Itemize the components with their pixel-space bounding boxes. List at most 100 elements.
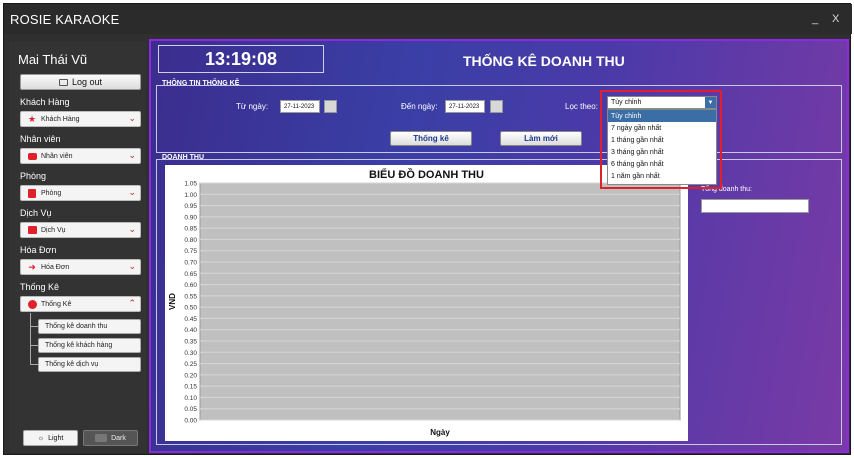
to-date-picker-button[interactable] xyxy=(490,100,503,113)
y-axis-label: VND xyxy=(168,293,177,310)
refresh-button[interactable]: Làm mới xyxy=(500,131,582,146)
y-tick-label: 0.75 xyxy=(184,248,197,255)
employees-menu-label: Nhân viên xyxy=(41,152,73,160)
y-tick-label: 0.45 xyxy=(184,316,197,323)
logout-button[interactable]: Log out xyxy=(20,74,141,90)
employee-icon xyxy=(27,151,37,161)
submenu-customer-stats[interactable]: Thống kê khách hàng xyxy=(38,338,141,353)
invoice-icon: ➜ xyxy=(28,261,36,272)
filter-select[interactable]: Tùy chỉnh ▼ xyxy=(607,96,717,109)
y-tick-label: 0.65 xyxy=(184,271,197,278)
filter-select-value: Tùy chỉnh xyxy=(611,99,642,106)
filter-group-title: THÔNG TIN THỐNG KÊ xyxy=(162,80,240,87)
submenu-service-stats[interactable]: Thống kê dịch vụ xyxy=(38,357,141,372)
from-date-input[interactable]: 27-11-2023 xyxy=(280,100,320,113)
y-tick-label: 0.15 xyxy=(184,384,197,391)
tree-connector xyxy=(30,345,38,346)
filter-option[interactable]: 1 năm gần nhất xyxy=(608,170,716,182)
pie-icon xyxy=(27,299,37,309)
customers-menu[interactable]: ★ Khách Hàng ⌄ xyxy=(20,111,141,127)
chevron-down-icon: ⌄ xyxy=(128,150,136,160)
services-menu[interactable]: Dịch Vụ ⌄ xyxy=(20,222,141,238)
y-tick-label: 0.50 xyxy=(184,305,197,312)
dark-theme-button[interactable]: Dark xyxy=(83,430,138,446)
y-tick-label: 0.55 xyxy=(184,293,197,300)
revenue-group-title: DOANH THU xyxy=(162,154,204,161)
chevron-down-icon: ⌄ xyxy=(128,187,136,197)
filter-by-label: Lọc theo: xyxy=(565,102,598,111)
y-tick-label: 0.35 xyxy=(184,339,197,346)
section-label-services: Dịch Vụ xyxy=(20,208,52,218)
y-tick-label: 0.85 xyxy=(184,226,197,233)
to-date-input[interactable]: 27-11-2023 xyxy=(445,100,485,113)
chevron-down-icon: ⌄ xyxy=(128,113,136,123)
sidebar: Mai Thái Vũ Log out Khách Hàng ★ Khách H… xyxy=(9,42,146,452)
from-date-label: Từ ngày: xyxy=(236,102,269,111)
statistics-menu-label: Thống Kê xyxy=(41,300,72,308)
services-menu-label: Dịch Vụ xyxy=(41,226,66,234)
statistics-button[interactable]: Thống kê xyxy=(390,131,472,146)
chevron-down-icon: ⌄ xyxy=(128,224,136,234)
filter-option[interactable]: 7 ngày gần nhất xyxy=(608,122,716,134)
y-tick-label: 0.05 xyxy=(184,406,197,413)
close-button[interactable]: X xyxy=(832,13,839,25)
x-axis-label: Ngày xyxy=(430,428,450,437)
total-revenue-field xyxy=(701,199,809,213)
employees-menu[interactable]: Nhân viên ⌄ xyxy=(20,148,141,164)
tree-connector xyxy=(30,313,31,365)
filter-option[interactable]: Tùy chỉnh xyxy=(608,110,716,122)
y-tick-label: 0.60 xyxy=(184,282,197,289)
section-label-rooms: Phòng xyxy=(20,171,47,181)
filter-dropdown-list: Tùy chỉnh 7 ngày gần nhất 1 tháng gần nh… xyxy=(607,109,717,185)
statistics-menu[interactable]: Thống Kê ⌃ xyxy=(20,296,141,312)
dark-theme-label: Dark xyxy=(111,434,126,442)
customers-menu-label: Khách Hàng xyxy=(41,115,80,123)
chart-canvas: 0.00 0.05 0.10 0.15 0.20 0.25 0.30 0.35 0.40 0.45… xyxy=(168,181,681,437)
filter-option[interactable]: 3 tháng gần nhất xyxy=(608,146,716,158)
chevron-up-icon: ⌃ xyxy=(128,298,136,308)
to-date-label: Đến ngày: xyxy=(401,102,438,111)
sun-icon: ☼ xyxy=(37,434,45,442)
service-icon xyxy=(27,225,37,235)
dropdown-arrow-icon[interactable]: ▼ xyxy=(705,97,716,108)
minimize-button[interactable]: _ xyxy=(812,13,818,25)
room-icon xyxy=(27,188,37,198)
y-tick-label: 0.40 xyxy=(184,327,197,334)
app-title: ROSIE KARAOKE xyxy=(10,12,120,27)
y-tick-label: 0.80 xyxy=(184,237,197,244)
filter-option[interactable]: 1 tháng gần nhất xyxy=(608,134,716,146)
y-tick-label: 0.30 xyxy=(184,350,197,357)
y-tick-label: 0.10 xyxy=(184,395,197,402)
clock-display: 13:19:08 xyxy=(158,45,324,73)
plot-area xyxy=(199,182,681,421)
star-icon: ★ xyxy=(27,113,37,124)
section-label-statistics: Thống Kê xyxy=(20,282,60,292)
section-label-customers: Khách Hàng xyxy=(20,97,70,107)
main-panel: 13:19:08 THỐNG KÊ DOANH THU THÔNG TIN TH… xyxy=(149,39,849,453)
y-tick-label: 0.90 xyxy=(184,214,197,221)
filter-option[interactable]: 6 tháng gần nhất xyxy=(608,158,716,170)
moon-icon xyxy=(95,434,108,442)
light-theme-button[interactable]: ☼ Light xyxy=(23,430,78,446)
y-tick-label: 0.70 xyxy=(184,260,197,267)
rooms-menu[interactable]: Phòng ⌄ xyxy=(20,185,141,201)
user-name: Mai Thái Vũ xyxy=(18,52,88,67)
section-label-invoices: Hóa Đơn xyxy=(20,245,57,255)
invoices-menu[interactable]: ➜ Hóa Đơn ⌄ xyxy=(20,259,141,275)
light-theme-label: Light xyxy=(48,434,64,442)
filter-group xyxy=(156,85,842,153)
y-tick-label: 0.95 xyxy=(184,203,197,210)
tree-connector xyxy=(30,326,38,327)
from-date-picker-button[interactable] xyxy=(324,100,337,113)
y-tick-label: 0.20 xyxy=(184,372,197,379)
logout-label: Log out xyxy=(71,77,103,87)
invoices-menu-label: Hóa Đơn xyxy=(41,263,70,271)
title-bar: ROSIE KARAOKE _ X xyxy=(4,4,852,34)
tree-connector xyxy=(30,364,38,365)
rooms-menu-label: Phòng xyxy=(41,189,62,197)
page-title: THỐNG KÊ DOANH THU xyxy=(463,53,625,69)
y-tick-label: 1.00 xyxy=(184,192,197,199)
chevron-down-icon: ⌄ xyxy=(128,261,136,271)
submenu-revenue-stats[interactable]: Thống kê doanh thu xyxy=(38,319,141,334)
y-tick-label: 0.00 xyxy=(184,418,197,425)
